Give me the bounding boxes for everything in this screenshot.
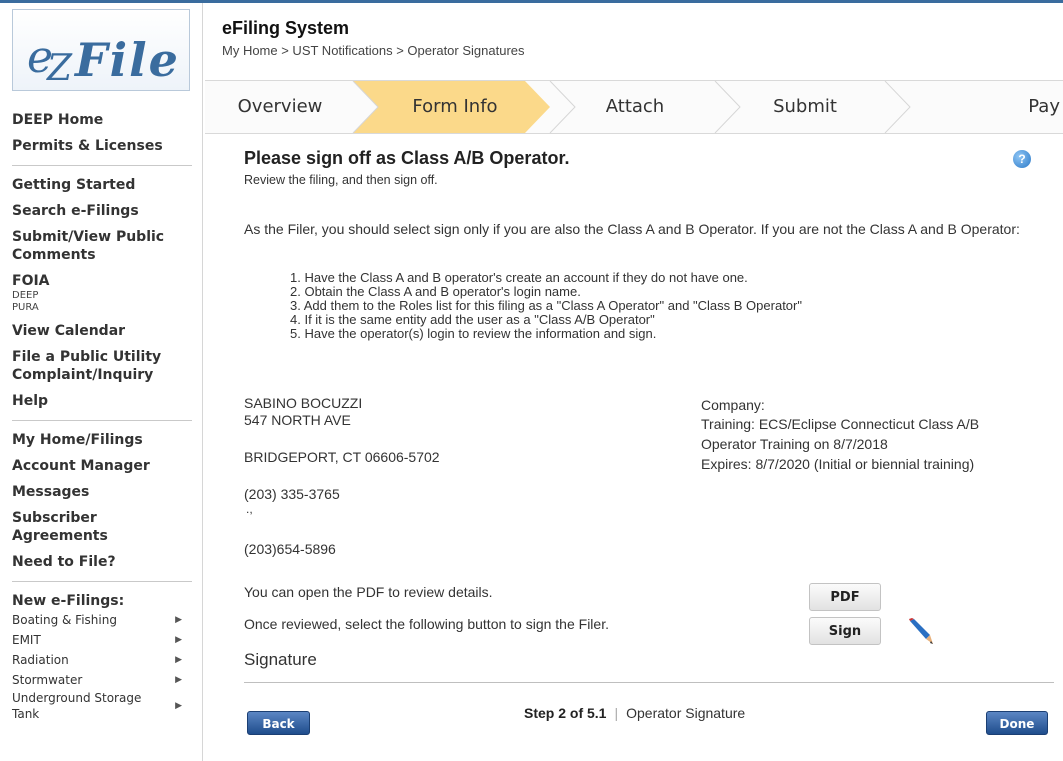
chevron-right-icon: ▶ — [175, 655, 182, 665]
sidebar-divider — [12, 420, 192, 421]
help-icon[interactable]: ? — [1013, 150, 1031, 168]
done-button[interactable]: Done — [986, 711, 1048, 735]
wizard-step-form-info[interactable]: Form Info — [380, 81, 530, 133]
operator-name: SABINO BOCUZZI — [244, 395, 363, 411]
sidebar-item-messages[interactable]: Messages — [12, 479, 194, 505]
instruction-item: 1. Have the Class A and B operator's cre… — [290, 270, 748, 285]
sidebar: e Z File DEEP Home Permits & Licenses Ge… — [0, 3, 203, 761]
sidebar-item-my-home[interactable]: My Home/Filings — [12, 427, 194, 453]
svg-text:Z: Z — [46, 48, 73, 89]
menu-label: Radiation — [12, 653, 69, 667]
company-label: Company: — [701, 397, 765, 413]
sidebar-item-complaint[interactable]: File a Public Utility Complaint/Inquiry — [12, 344, 194, 388]
instruction-item: 2. Obtain the Class A and B operator's l… — [290, 284, 581, 299]
separator: | — [614, 705, 619, 721]
wizard-step-pay[interactable]: Pay — [910, 81, 1060, 133]
company-training-date: Operator Training on 8/7/2018 — [701, 436, 888, 452]
app-title: eFiling System — [222, 18, 350, 38]
sidebar-new-efilings-title: New e-Filings: — [12, 593, 125, 609]
company-training: Training: ECS/Eclipse Connecticut Class … — [701, 416, 980, 432]
sidebar-divider — [12, 165, 192, 166]
operator-separator: ., — [246, 502, 253, 516]
pdf-button[interactable]: PDF — [809, 583, 881, 611]
menu-label: EMIT — [12, 633, 41, 647]
sidebar-item-getting-started[interactable]: Getting Started — [12, 172, 194, 198]
menu-label: Stormwater — [12, 673, 83, 687]
instruction-item: 3. Add them to the Roles list for this f… — [290, 298, 802, 313]
instruction-list: 1. Have the Class A and B operator's cre… — [290, 271, 802, 341]
sidebar-nav: DEEP Home Permits & Licenses Getting Sta… — [12, 107, 194, 722]
chevron-right-icon: ▶ — [175, 701, 182, 711]
sidebar-item-need-to-file[interactable]: Need to File? — [12, 549, 194, 575]
sidebar-divider — [12, 581, 192, 582]
sidebar-item-help[interactable]: Help — [12, 388, 194, 414]
sidebar-item-public-comments[interactable]: Submit/View Public Comments — [12, 224, 194, 268]
wizard-progress: Overview Form Info Attach Submit Pay — [205, 80, 1063, 134]
sidebar-item-calendar[interactable]: View Calendar — [12, 318, 194, 344]
operator-phone-alt: (203)654-5896 — [244, 541, 336, 557]
signature-label: Signature — [244, 650, 317, 669]
wizard-step-overview[interactable]: Overview — [205, 81, 355, 133]
step-indicator: Step 2 of 5.1 | Operator Signature — [524, 705, 745, 721]
divider — [244, 682, 1054, 683]
sidebar-item-foia[interactable]: FOIA — [12, 268, 194, 290]
pdf-instructions: You can open the PDF to review details. — [244, 584, 493, 600]
step-name: Operator Signature — [626, 705, 746, 721]
sidebar-item-search[interactable]: Search e-Filings — [12, 198, 194, 224]
sidebar-new-item-radiation[interactable]: Radiation ▶ — [12, 650, 194, 670]
wizard-step-attach[interactable]: Attach — [560, 81, 710, 133]
menu-label: Boating & Fishing — [12, 613, 117, 627]
instruction-item: 5. Have the operator(s) login to review … — [290, 326, 657, 341]
instruction-item: 4. If it is the same entity add the user… — [290, 312, 655, 327]
intro-text: As the Filer, you should select sign onl… — [244, 221, 1020, 237]
sidebar-subitem-deep[interactable]: DEEP — [12, 290, 194, 302]
menu-label: Underground Storage Tank — [12, 691, 142, 721]
sign-button[interactable]: Sign — [809, 617, 881, 645]
step-count: Step 2 of 5.1 — [524, 705, 607, 721]
svg-text:File: File — [73, 33, 180, 87]
chevron-right-icon: ▶ — [175, 635, 182, 645]
sidebar-item-permits[interactable]: Permits & Licenses — [12, 133, 194, 159]
sidebar-item-account-manager[interactable]: Account Manager — [12, 453, 194, 479]
company-expires: Expires: 8/7/2020 (Initial or biennial t… — [701, 456, 975, 472]
sign-instructions: Once reviewed, select the following butt… — [244, 616, 609, 632]
operator-city: BRIDGEPORT, CT 06606-5702 — [244, 449, 440, 465]
operator-phone: (203) 335-3765 — [244, 486, 340, 502]
sidebar-new-item-ust[interactable]: Underground Storage Tank ▶ — [12, 690, 194, 722]
sidebar-new-item-stormwater[interactable]: Stormwater ▶ — [12, 670, 194, 690]
wizard-step-submit[interactable]: Submit — [730, 81, 880, 133]
sidebar-new-item-boating[interactable]: Boating & Fishing ▶ — [12, 610, 194, 630]
page-heading: Please sign off as Class A/B Operator. — [244, 148, 570, 168]
sidebar-new-item-emit[interactable]: EMIT ▶ — [12, 630, 194, 650]
chevron-right-icon: ▶ — [175, 615, 182, 625]
sidebar-item-subscriber-agreements[interactable]: Subscriber Agreements — [12, 505, 194, 549]
ezfile-logo[interactable]: e Z File — [12, 9, 190, 91]
breadcrumb[interactable]: My Home > UST Notifications > Operator S… — [222, 43, 525, 58]
chevron-right-icon: ▶ — [175, 675, 182, 685]
sidebar-subitem-pura[interactable]: PURA — [12, 302, 194, 318]
page-subheading: Review the filing, and then sign off. — [244, 173, 438, 187]
back-button[interactable]: Back — [247, 711, 310, 735]
pen-icon[interactable] — [906, 617, 936, 647]
operator-street: 547 NORTH AVE — [244, 412, 351, 428]
ezfile-logo-graphic: e Z File — [27, 32, 180, 89]
sidebar-item-deep-home[interactable]: DEEP Home — [12, 107, 194, 133]
